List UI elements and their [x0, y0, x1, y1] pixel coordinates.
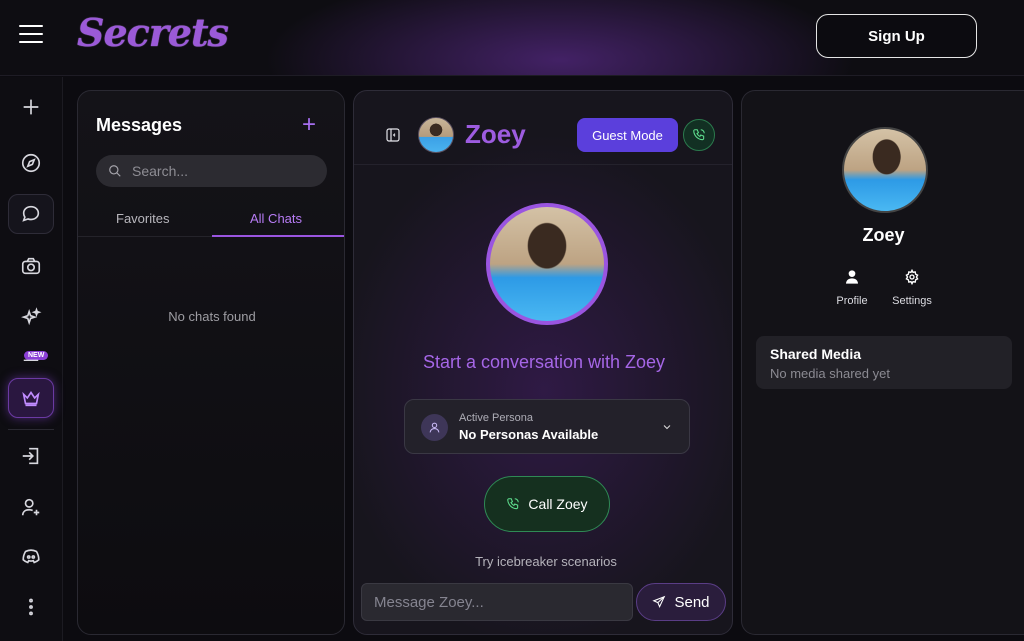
add-user-button[interactable] [8, 487, 54, 527]
more-vertical-icon [29, 598, 33, 616]
chats-button[interactable] [8, 194, 54, 234]
new-chat-button[interactable] [8, 87, 54, 127]
guest-mode-button[interactable]: Guest Mode [577, 118, 678, 152]
sidebar-toggle-button[interactable] [385, 127, 401, 143]
discord-icon [22, 549, 40, 564]
discord-button[interactable] [8, 537, 54, 577]
search-icon [109, 165, 121, 177]
phone-icon [693, 129, 705, 141]
send-icon [652, 595, 666, 608]
add-message-button[interactable]: + [302, 111, 316, 139]
call-button-label: Call Zoey [528, 496, 588, 512]
active-tab-indicator [212, 235, 344, 237]
profile-action-button[interactable]: Profile [822, 269, 882, 309]
shared-media-empty-text: No media shared yet [770, 366, 890, 381]
top-bar: Secrets Sign Up [0, 0, 1024, 76]
phone-icon [507, 498, 520, 510]
chevron-down-icon [661, 420, 673, 432]
compass-icon [21, 153, 41, 173]
sidebar-panel-icon [386, 128, 400, 142]
profile-panel: Zoey Profile Settings Shared Media No me… [741, 90, 1024, 635]
shared-media-card[interactable]: Shared Media No media shared yet [756, 336, 1012, 389]
send-button[interactable]: Send [636, 583, 726, 621]
bookmark-icon [23, 359, 39, 361]
persona-user-icon [421, 414, 448, 441]
tab-favorites[interactable]: Favorites [116, 211, 169, 226]
settings-action-label: Settings [892, 295, 932, 307]
gear-icon [905, 269, 919, 285]
login-icon [22, 447, 39, 465]
rail-divider [8, 429, 54, 430]
persona-label: Active Persona [459, 412, 533, 424]
start-conversation-text: Start a conversation with Zoey [422, 352, 666, 372]
chat-panel: Zoey Guest Mode Start a conversation wit… [353, 90, 733, 635]
menu-icon[interactable] [19, 25, 43, 45]
character-name[interactable]: Zoey [465, 119, 526, 150]
shared-media-title: Shared Media [770, 346, 862, 362]
new-feature-button[interactable] [8, 347, 54, 361]
chat-tabs: Favorites All Chats [78, 203, 344, 237]
sign-up-button[interactable]: Sign Up [816, 14, 977, 58]
empty-state-text: No chats found [168, 309, 256, 324]
chat-header: Zoey Guest Mode [354, 91, 732, 165]
chat-bubble-icon [22, 205, 40, 222]
login-button[interactable] [8, 436, 54, 476]
messages-panel: Messages + Favorites All Chats No chats … [77, 90, 345, 635]
call-character-button[interactable]: Call Zoey [484, 476, 610, 532]
profile-action-label: Profile [836, 295, 868, 307]
icebreaker-link[interactable]: Try icebreaker scenarios [354, 554, 732, 569]
app-logo[interactable]: Secrets [77, 10, 229, 55]
settings-action-button[interactable]: Settings [882, 269, 942, 309]
sparkles-icon [21, 307, 42, 326]
profile-name: Zoey [862, 225, 905, 245]
more-button[interactable] [8, 587, 54, 627]
character-avatar-large [486, 203, 608, 325]
persona-value: No Personas Available [459, 427, 599, 442]
call-icon-button[interactable] [683, 119, 715, 151]
message-input[interactable] [361, 583, 633, 621]
send-label: Send [674, 593, 710, 611]
character-avatar-small[interactable] [418, 117, 454, 153]
search-input[interactable] [132, 163, 312, 179]
generate-button[interactable] [8, 298, 54, 338]
profile-avatar [842, 127, 928, 213]
camera-button[interactable] [8, 246, 54, 286]
user-plus-icon [21, 498, 40, 516]
explore-button[interactable] [8, 143, 54, 183]
user-icon [846, 270, 858, 284]
messages-title: Messages [96, 115, 183, 135]
camera-icon [21, 257, 41, 275]
search-bar[interactable] [96, 155, 327, 187]
plus-icon [23, 99, 39, 115]
left-rail: NEW [0, 77, 63, 641]
crown-icon [22, 391, 40, 407]
premium-button[interactable] [8, 378, 54, 418]
tab-all-chats[interactable]: All Chats [250, 211, 302, 226]
persona-dropdown[interactable]: Active Persona No Personas Available [404, 399, 690, 454]
